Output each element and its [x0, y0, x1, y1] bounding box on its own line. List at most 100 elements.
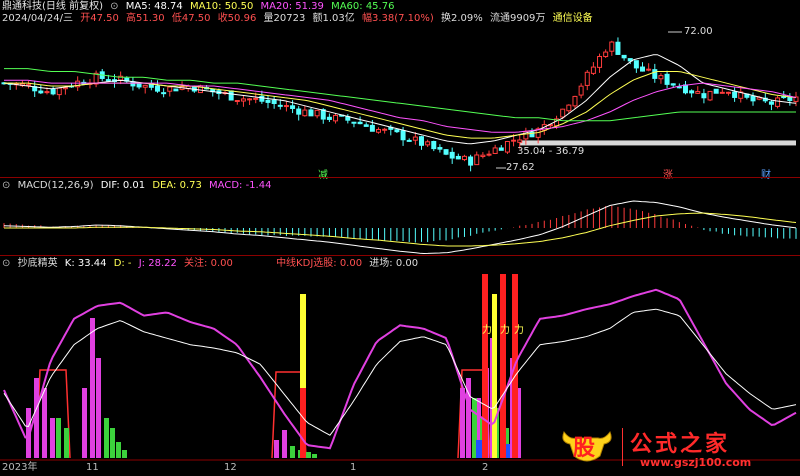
candle-body [732, 91, 738, 98]
signal-bar-green [122, 450, 127, 458]
price-chart[interactable] [0, 0, 800, 476]
strength-label: 力 [500, 325, 510, 336]
signal-bar-blue [476, 440, 482, 458]
candle-body [670, 83, 676, 86]
candle-body [240, 98, 246, 102]
candle-body [62, 87, 68, 90]
signal-bar-magenta [50, 418, 55, 458]
signal-bar-magenta [460, 388, 465, 458]
candle-body [682, 84, 688, 94]
candle-body [382, 128, 388, 131]
candle-body [283, 105, 289, 108]
event-reduce-marker[interactable]: 减 [318, 166, 328, 181]
candle-body [247, 98, 253, 101]
signal-bar-green [110, 428, 115, 458]
candle-body [56, 87, 62, 96]
axis-label-year: 2023年 [2, 462, 38, 473]
indicator-title[interactable]: 抄底精英 [18, 258, 58, 269]
candle-body [296, 108, 302, 115]
candle-body [314, 109, 320, 117]
macd-title[interactable]: MACD(12,26,9) [18, 180, 94, 191]
event-finance-marker[interactable]: 财 [761, 166, 771, 181]
candle-body [511, 139, 517, 142]
indicator-header: ⊙ 抄底精英 K: 33.44 D: - J: 28.22 关注: 0.00 中… [2, 257, 422, 271]
candle-body [333, 114, 339, 122]
candle-body [44, 91, 50, 94]
k-label: K: 33.44 [64, 258, 107, 269]
candle-body [443, 149, 449, 155]
signal-bar-green [306, 452, 311, 458]
candle-body [253, 97, 259, 100]
candle-body [775, 97, 781, 107]
candle-body [369, 124, 375, 132]
macd-line-dea [4, 212, 797, 247]
signal-bar-magenta [282, 430, 287, 458]
signal-bar-magenta [42, 388, 47, 458]
candle-body [357, 121, 363, 125]
candle-body [689, 90, 695, 94]
logo-text: 公式之家 [630, 432, 731, 457]
candle-body [725, 91, 731, 94]
candle-body [290, 105, 296, 109]
logo-url: www.gszj100.com [640, 456, 752, 469]
candle-body [418, 136, 424, 146]
candle-body [652, 69, 658, 79]
candle-body [161, 92, 167, 95]
candle-body [105, 79, 111, 82]
axis-label-dec: 12 [224, 462, 237, 473]
candle-body [621, 54, 627, 59]
logo-divider [622, 428, 623, 466]
candle-body [676, 86, 682, 89]
signal-bar-magenta [90, 318, 95, 458]
candle-body [578, 85, 584, 96]
candle-body [590, 66, 596, 74]
candle-body [707, 90, 713, 101]
candle-body [326, 116, 332, 120]
axis-label-jan: 1 [350, 462, 357, 473]
gear-icon[interactable]: ⊙ [2, 180, 10, 191]
signal-bar-green [290, 446, 295, 458]
candle-body [633, 60, 639, 69]
candle-body [664, 73, 670, 85]
candle-body [363, 124, 369, 127]
candle-body [437, 147, 443, 150]
candle-body [603, 51, 609, 58]
signal-bar-red [300, 388, 306, 458]
candle-body [376, 129, 382, 133]
signal-bar-green [312, 454, 317, 458]
signal-bar-magenta [96, 358, 101, 458]
dif-label: DIF: 0.01 [100, 180, 146, 191]
candle-body [750, 95, 756, 102]
logo-badge-text: 股 [573, 436, 596, 461]
candle-body [234, 100, 240, 103]
macd-value-label: MACD: -1.44 [209, 180, 272, 191]
watermark-logo: 股 公式之家 www.gszj100.com [556, 424, 796, 472]
separator-macd-ind [0, 255, 800, 256]
focus-label: 关注: 0.00 [184, 258, 233, 269]
event-rise-marker[interactable]: 涨 [663, 166, 673, 181]
candle-body [154, 85, 160, 92]
candle-body [265, 99, 271, 103]
j-label: J: 28.22 [138, 258, 177, 269]
candle-body [584, 71, 590, 86]
price-range-label: 35.04 - 36.79 [517, 146, 585, 157]
signal-bar-green [116, 442, 121, 458]
candle-body [597, 56, 603, 68]
gear-icon[interactable]: ⊙ [2, 258, 10, 269]
candle-body [492, 147, 498, 154]
dea-label: DEA: 0.73 [152, 180, 202, 191]
candle-body [277, 104, 283, 107]
candle-body [517, 139, 523, 143]
signal-bar-magenta [274, 440, 279, 458]
candle-body [713, 88, 719, 94]
candle-body [173, 88, 179, 92]
signal-bar-red [482, 274, 488, 458]
signal-bar-green [64, 428, 69, 458]
candle-body [431, 141, 437, 150]
candle-body [461, 155, 467, 161]
candle-body [468, 156, 474, 166]
candle-body [486, 153, 492, 156]
axis-label-nov: 11 [86, 462, 99, 473]
d-label: D: - [113, 258, 132, 269]
signal-bar-green [56, 418, 61, 458]
